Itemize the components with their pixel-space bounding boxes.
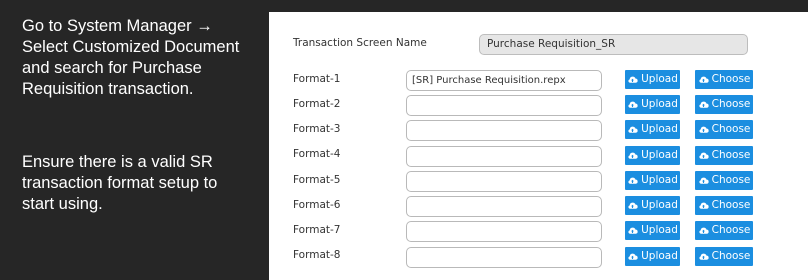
format-6-upload-button[interactable]: Upload (625, 196, 680, 215)
format-1-choose-button[interactable]: Choose (695, 70, 753, 89)
cloud-upload-icon (627, 124, 638, 135)
format-6-input[interactable] (406, 196, 602, 217)
cloud-upload-icon (698, 175, 709, 186)
format-3-upload-button[interactable]: Upload (625, 120, 680, 139)
cloud-upload-icon (698, 225, 709, 236)
cloud-upload-icon (627, 175, 638, 186)
format-8-upload-button[interactable]: Upload (625, 247, 680, 266)
format-8-input[interactable] (406, 247, 602, 268)
cloud-upload-icon (627, 99, 638, 110)
format-6-choose-button[interactable]: Choose (695, 196, 753, 215)
format-4-label: Format-4 (293, 148, 341, 160)
format-1-label: Format-1 (293, 73, 341, 85)
cloud-upload-icon (698, 74, 709, 85)
format-2-choose-button[interactable]: Choose (695, 95, 753, 114)
choose-label: Choose (711, 224, 751, 236)
choose-label: Choose (711, 149, 751, 161)
choose-label: Choose (711, 98, 751, 110)
format-5-choose-button[interactable]: Choose (695, 171, 753, 190)
format-2-label: Format-2 (293, 98, 341, 110)
format-2-input[interactable] (406, 95, 602, 116)
format-8-choose-button[interactable]: Choose (695, 247, 753, 266)
format-1-input[interactable]: [SR] Purchase Requisition.repx (406, 70, 602, 91)
upload-label: Upload (641, 224, 678, 236)
instruction-text-navigate: Go to System Manager → Select Customized… (22, 17, 240, 98)
cloud-upload-icon (627, 74, 638, 85)
format-1-upload-button[interactable]: Upload (625, 70, 680, 89)
format-7-upload-button[interactable]: Upload (625, 221, 680, 240)
format-6-label: Format-6 (293, 199, 341, 211)
cloud-upload-icon (698, 150, 709, 161)
cloud-upload-icon (627, 251, 638, 262)
upload-label: Upload (641, 199, 678, 211)
cloud-upload-icon (627, 200, 638, 211)
format-5-upload-button[interactable]: Upload (625, 171, 680, 190)
format-3-label: Format-3 (293, 123, 341, 135)
choose-label: Choose (711, 73, 751, 85)
upload-label: Upload (641, 123, 678, 135)
cloud-upload-icon (627, 225, 638, 236)
format-7-input[interactable] (406, 221, 602, 242)
customized-document-form: Transaction Screen Name Purchase Requisi… (269, 12, 808, 280)
format-8-label: Format-8 (293, 249, 341, 261)
cloud-upload-icon (627, 150, 638, 161)
format-3-input[interactable] (406, 120, 602, 141)
format-4-choose-button[interactable]: Choose (695, 146, 753, 165)
upload-label: Upload (641, 73, 678, 85)
upload-label: Upload (641, 174, 678, 186)
screen-name-label: Transaction Screen Name (293, 37, 427, 49)
choose-label: Choose (711, 174, 751, 186)
cloud-upload-icon (698, 124, 709, 135)
cloud-upload-icon (698, 200, 709, 211)
choose-label: Choose (711, 199, 751, 211)
format-4-upload-button[interactable]: Upload (625, 146, 680, 165)
format-7-choose-button[interactable]: Choose (695, 221, 753, 240)
instruction-text-ensure-format: Ensure there is a valid SR transaction f… (22, 153, 218, 213)
format-2-upload-button[interactable]: Upload (625, 95, 680, 114)
cloud-upload-icon (698, 99, 709, 110)
format-5-label: Format-5 (293, 174, 341, 186)
format-3-choose-button[interactable]: Choose (695, 120, 753, 139)
format-5-input[interactable] (406, 171, 602, 192)
upload-label: Upload (641, 98, 678, 110)
choose-label: Choose (711, 250, 751, 262)
format-7-label: Format-7 (293, 224, 341, 236)
choose-label: Choose (711, 123, 751, 135)
screen-name-field: Purchase Requisition_SR (479, 34, 748, 55)
upload-label: Upload (641, 250, 678, 262)
format-4-input[interactable] (406, 146, 602, 167)
instruction-panel: Go to System Manager → Select Customized… (0, 0, 268, 280)
cloud-upload-icon (698, 251, 709, 262)
upload-label: Upload (641, 149, 678, 161)
